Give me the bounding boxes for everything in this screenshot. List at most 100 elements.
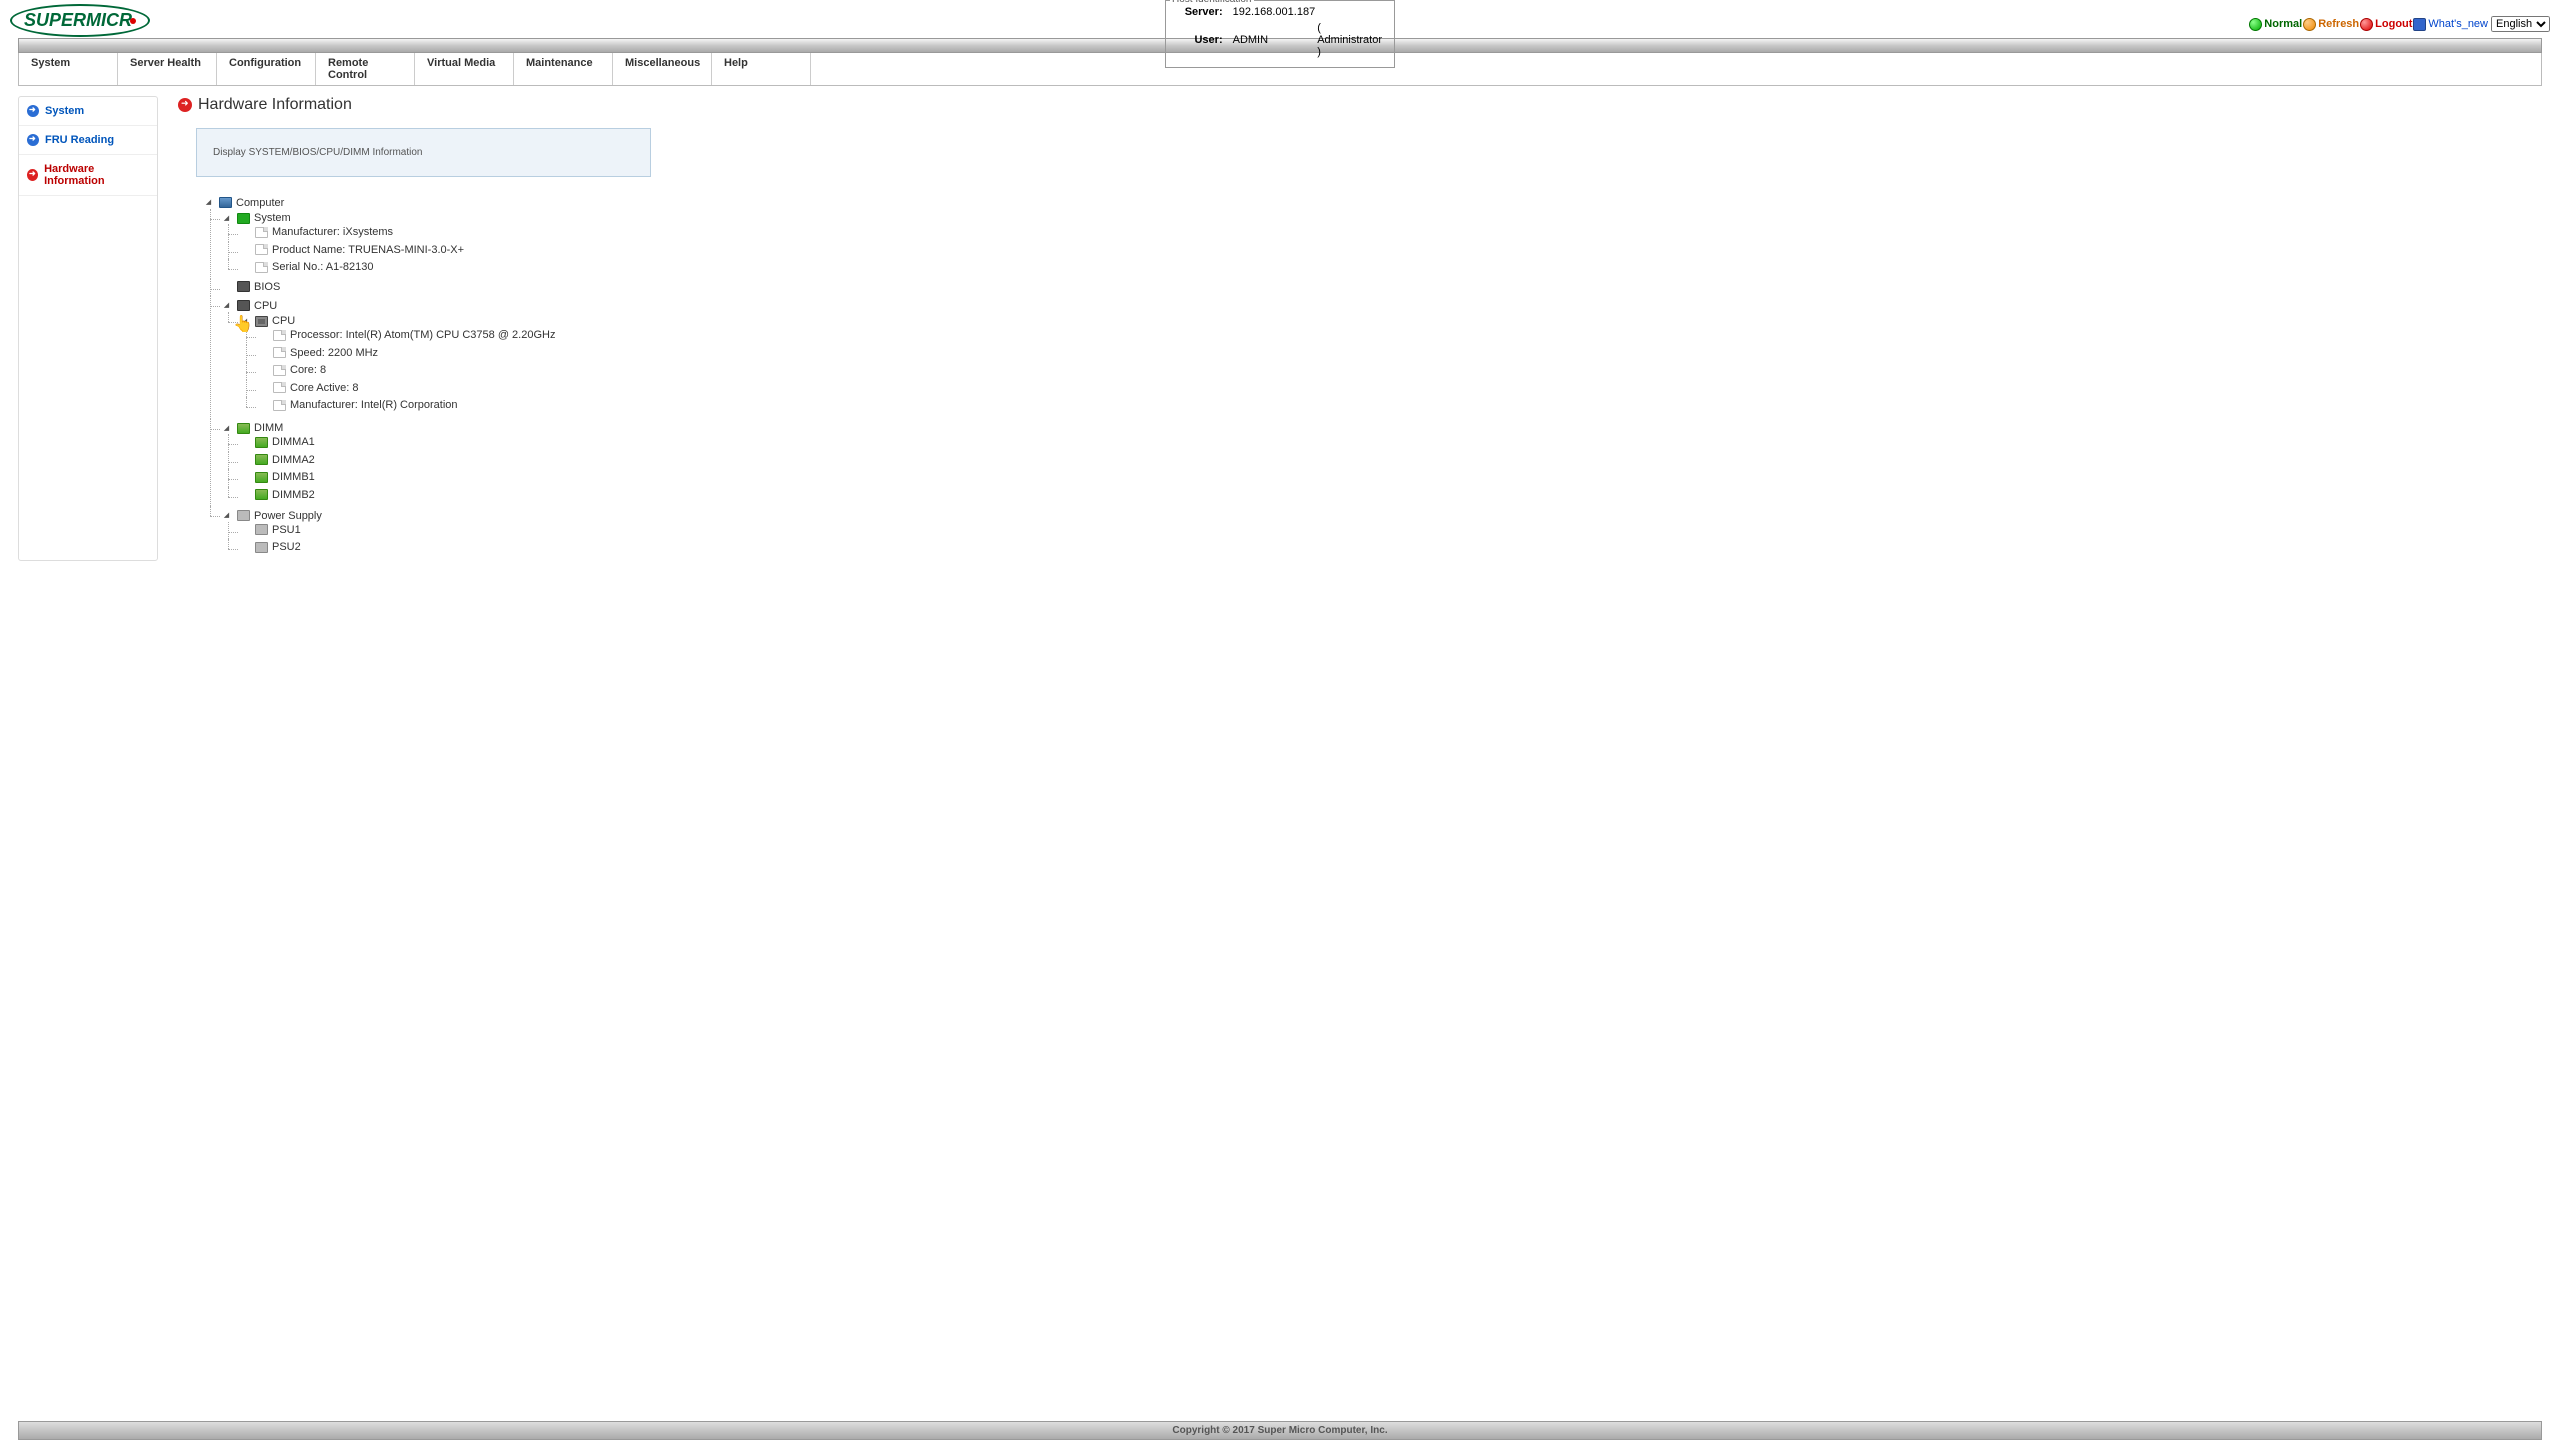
host-legend: Host Identification [1170,0,1254,5]
tree-leaf[interactable]: Manufacturer: iXsystems [240,226,393,238]
status-ok-icon [2249,18,2262,31]
sidebar-item-fru[interactable]: FRU Reading [19,126,157,155]
memory-icon [237,423,250,434]
toggle-icon[interactable] [222,214,231,223]
menu-system[interactable]: System [19,53,118,85]
psu-icon [255,542,268,553]
menu-miscellaneous[interactable]: Miscellaneous [613,53,712,85]
toggle-icon[interactable] [204,198,213,207]
tree-node-computer[interactable]: Computer [204,197,284,209]
language-select[interactable]: English [2491,16,2550,32]
page-icon [273,347,286,358]
logo: SUPERMICR [10,2,150,39]
tree-node-cpu-sub[interactable]: CPU [240,315,295,327]
tree-label: CPU [254,300,277,312]
tree-label: DIMMA1 [272,436,315,448]
toggle-icon[interactable] [222,511,231,520]
sidebar-item-label: FRU Reading [45,134,114,146]
tree-node-bios[interactable]: BIOS [222,281,280,293]
user-role: ( Administrator ) [1317,21,1382,59]
refresh-icon [2303,18,2316,31]
main: System FRU Reading Hardware Information … [0,86,2560,571]
user-label: User: [1178,21,1231,59]
arrow-icon [27,105,39,117]
menu-help[interactable]: Help [712,53,811,85]
tree-label: Core Active: 8 [290,382,358,394]
system-icon [237,213,250,224]
arrow-icon [27,169,38,181]
tree-label: Manufacturer: iXsystems [272,226,393,238]
tree-label: Serial No.: A1-82130 [272,261,374,273]
footer: Copyright © 2017 Super Micro Computer, I… [18,1421,2542,1440]
chip-icon [237,300,250,311]
tree-leaf[interactable]: PSU1 [240,524,301,536]
user-value: ADMIN [1233,21,1316,59]
tree-label: Processor: Intel(R) Atom(TM) CPU C3758 @… [290,329,555,341]
tree-label: DIMMB1 [272,471,315,483]
tree-leaf[interactable]: PSU2 [240,541,301,553]
sidebar-item-hardware[interactable]: Hardware Information [19,155,157,196]
menu-maintenance[interactable]: Maintenance [514,53,613,85]
host-identification-box: Host Identification Server: 192.168.001.… [1165,0,1395,68]
tree-label: Manufacturer: Intel(R) Corporation [290,399,458,411]
tree-leaf[interactable]: Product Name: TRUENAS-MINI-3.0-X+ [240,244,464,256]
tree-label: PSU1 [272,524,301,536]
tree-leaf[interactable]: DIMMB2 [240,489,315,501]
sidebar-item-label: System [45,105,84,117]
page-icon [273,400,286,411]
page-icon [273,330,286,341]
tree-node-cpu[interactable]: CPU [222,300,277,312]
logout-icon [2360,18,2373,31]
tree-leaf[interactable]: DIMMB1 [240,471,315,483]
tree-label: Product Name: TRUENAS-MINI-3.0-X+ [272,244,464,256]
cpu-icon [255,316,268,327]
menu-configuration[interactable]: Configuration [217,53,316,85]
refresh-link[interactable]: Refresh [2318,18,2359,30]
tree-label: System [254,212,291,224]
top-links: Normal Refresh Logout What's_new English [2249,2,2550,32]
sidebar-item-label: Hardware Information [44,163,149,187]
tree-leaf[interactable]: Serial No.: A1-82130 [240,261,374,273]
arrow-icon [27,134,39,146]
menu-virtual-media[interactable]: Virtual Media [415,53,514,85]
menu-remote-control[interactable]: Remote Control [316,53,415,85]
menu-server-health[interactable]: Server Health [118,53,217,85]
tree-leaf[interactable]: DIMMA1 [240,436,315,448]
tree-node-system[interactable]: System [222,212,291,224]
psu-icon [255,524,268,535]
toggle-icon[interactable] [240,317,249,326]
toggle-icon[interactable] [222,424,231,433]
tree-leaf[interactable]: Core Active: 8 [258,382,358,394]
server-label: Server: [1178,5,1231,19]
page-title: Hardware Information [198,96,352,114]
psu-icon [237,510,250,521]
logout-link[interactable]: Logout [2375,18,2412,30]
whatsnew-icon [2413,18,2426,31]
computer-icon [219,197,232,208]
page-title-row: Hardware Information [178,96,2542,114]
toggle-icon[interactable] [222,301,231,310]
hardware-tree: Computer System Manufacturer: iXsystems [196,193,2542,561]
memory-icon [255,454,268,465]
content: Hardware Information Display SYSTEM/BIOS… [178,96,2542,561]
status-normal-link[interactable]: Normal [2264,18,2302,30]
tree-node-psu[interactable]: Power Supply [222,510,322,522]
memory-icon [255,472,268,483]
tree-label: BIOS [254,281,280,293]
tree-leaf[interactable]: DIMMA2 [240,454,315,466]
tree-label: DIMMA2 [272,454,315,466]
tree-leaf[interactable]: Manufacturer: Intel(R) Corporation [258,399,458,411]
tree-leaf[interactable]: Speed: 2200 MHz [258,347,378,359]
memory-icon [255,489,268,500]
sidebar-item-system[interactable]: System [19,97,157,126]
sidebar: System FRU Reading Hardware Information [18,96,158,561]
description-box: Display SYSTEM/BIOS/CPU/DIMM Information [196,128,651,177]
tree-label: Speed: 2200 MHz [290,347,378,359]
whatsnew-link[interactable]: What's_new [2428,18,2488,30]
tree-label: CPU [272,315,295,327]
page-icon [255,227,268,238]
tree-leaf[interactable]: Core: 8 [258,364,326,376]
tree-label: Power Supply [254,510,322,522]
tree-leaf[interactable]: Processor: Intel(R) Atom(TM) CPU C3758 @… [258,329,555,341]
tree-node-dimm[interactable]: DIMM [222,422,283,434]
